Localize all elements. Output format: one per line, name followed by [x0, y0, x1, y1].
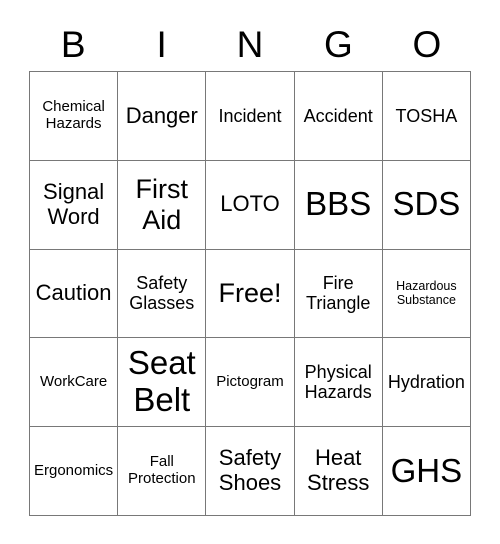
bingo-cell-label: Ergonomics: [33, 461, 114, 479]
bingo-grid: Chemical Hazards Danger Incident Accident TO…: [29, 71, 471, 516]
bingo-cell[interactable]: TOSHA: [382, 72, 471, 161]
bingo-cell-label: Caution: [35, 280, 112, 306]
bingo-cell-label: Accident: [303, 105, 373, 126]
bingo-cell[interactable]: Safety Shoes: [206, 427, 295, 516]
bingo-cell-label: LOTO: [220, 191, 280, 217]
bingo-cell-label: Heat Stress: [307, 445, 370, 496]
bingo-cell-label: First Aid: [135, 174, 189, 235]
bingo-cell-label: Chemical Hazards: [42, 98, 105, 132]
bingo-cell-label: Hazardous Substance: [396, 279, 457, 308]
bingo-cell-label: BBS: [305, 185, 372, 223]
bingo-cell[interactable]: SDS: [382, 160, 471, 250]
bingo-cell[interactable]: Hazardous Substance: [382, 249, 471, 339]
bingo-cell[interactable]: BBS: [294, 160, 383, 250]
bingo-header-letter-g: G: [324, 23, 353, 65]
bingo-header-letter-i: I: [156, 23, 167, 65]
bingo-cell[interactable]: Free!: [206, 249, 295, 339]
bingo-cell[interactable]: GHS: [382, 427, 471, 516]
bingo-cell-label: GHS: [390, 451, 463, 489]
bingo-cell[interactable]: Signal Word: [30, 160, 119, 250]
bingo-cell-label: Physical Hazards: [304, 362, 372, 403]
bingo-cell-label: Pictogram: [216, 372, 284, 390]
bingo-cell-label: Incident: [218, 105, 282, 126]
bingo-cell[interactable]: Physical Hazards: [294, 338, 383, 428]
bingo-header-letter-b: B: [60, 23, 86, 65]
bingo-header: B I N G O: [29, 17, 471, 71]
bingo-cell-label: Hydration: [387, 372, 465, 393]
bingo-cell-label: Safety Shoes: [218, 445, 282, 496]
bingo-cell-label: Safety Glasses: [129, 273, 195, 314]
bingo-cell-label: Fire Triangle: [306, 273, 371, 314]
bingo-cell[interactable]: Ergonomics: [30, 427, 119, 516]
bingo-cell[interactable]: Accident: [294, 72, 383, 161]
bingo-cell[interactable]: Caution: [30, 249, 119, 339]
bingo-cell-label: WorkCare: [39, 372, 108, 390]
bingo-header-letter-n: N: [236, 23, 264, 65]
bingo-card: B I N G O Chemical Hazards Danger Incident…: [0, 0, 500, 544]
bingo-header-letter-o: O: [412, 23, 442, 65]
bingo-cell[interactable]: Fire Triangle: [294, 249, 383, 339]
bingo-cell[interactable]: Chemical Hazards: [30, 72, 119, 161]
bingo-cell[interactable]: Pictogram: [206, 338, 295, 428]
bingo-cell[interactable]: Incident: [206, 72, 295, 161]
bingo-cell[interactable]: LOTO: [206, 160, 295, 250]
bingo-cell[interactable]: WorkCare: [30, 338, 119, 428]
bingo-cell-label: Fall Protection: [128, 453, 196, 488]
bingo-cell-label: Signal Word: [43, 179, 105, 229]
bingo-cell[interactable]: Safety Glasses: [118, 249, 207, 339]
bingo-cell[interactable]: Fall Protection: [118, 427, 207, 516]
bingo-cell[interactable]: First Aid: [118, 160, 207, 250]
bingo-cell[interactable]: Seat Belt: [118, 338, 207, 428]
bingo-cell-label: Seat Belt: [127, 344, 196, 419]
bingo-cell-label: SDS: [392, 185, 461, 223]
bingo-cell[interactable]: Hydration: [382, 338, 471, 428]
bingo-cell-label: TOSHA: [395, 105, 458, 126]
bingo-cell[interactable]: Heat Stress: [294, 427, 383, 516]
bingo-cell-label: Free!: [218, 278, 282, 309]
bingo-cell[interactable]: Danger: [118, 72, 207, 161]
bingo-cell-label: Danger: [125, 102, 198, 128]
